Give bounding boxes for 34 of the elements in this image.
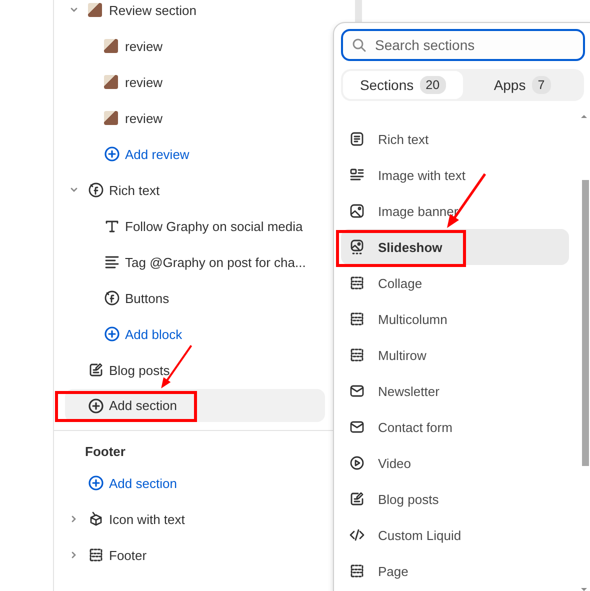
count-badge: 20 xyxy=(420,76,446,94)
section-option[interactable]: Multirow xyxy=(341,337,569,373)
tab[interactable]: Apps 7 xyxy=(462,71,582,99)
section-option[interactable]: Slideshow xyxy=(341,229,569,265)
tree-item[interactable]: Blog posts xyxy=(109,362,170,378)
add-item-link[interactable]: Add review xyxy=(65,136,325,172)
section-option[interactable]: Image banner xyxy=(341,193,569,229)
tree-item[interactable]: review xyxy=(125,110,163,126)
tree-item[interactable]: Tag @Graphy on post for cha... xyxy=(125,254,306,270)
section-option[interactable]: Video xyxy=(341,445,569,481)
tree-item[interactable]: review xyxy=(125,38,163,54)
section-option[interactable]: Image with text xyxy=(341,157,569,193)
add-item-link[interactable]: Add section xyxy=(65,465,325,501)
count-badge: 7 xyxy=(532,76,551,94)
add-item-link[interactable]: Add section xyxy=(65,389,325,422)
tree-item[interactable]: Footer xyxy=(109,548,147,562)
section-option[interactable]: Page xyxy=(341,553,569,589)
tree-item[interactable]: Buttons xyxy=(125,290,170,306)
tree-item[interactable]: Review section xyxy=(109,2,196,18)
group-heading: Footer xyxy=(85,444,126,460)
section-option[interactable]: Blog posts xyxy=(341,481,569,517)
section-option[interactable]: Rich text xyxy=(341,121,569,157)
section-option[interactable]: Multicolumn xyxy=(341,301,569,337)
section-option[interactable]: Newsletter xyxy=(341,373,569,409)
section-option[interactable]: Collage xyxy=(341,265,569,301)
tree-item[interactable]: Icon with text xyxy=(109,512,185,526)
tab[interactable]: Sections 20 xyxy=(343,71,462,99)
section-option[interactable]: Custom Liquid xyxy=(341,517,569,553)
tree-item[interactable]: Rich text xyxy=(109,182,160,198)
section-option[interactable]: Contact form xyxy=(341,409,569,445)
tree-item[interactable]: Follow Graphy on social media xyxy=(125,218,303,234)
search-field[interactable]: Search sections xyxy=(341,29,585,61)
add-item-link[interactable]: Add block xyxy=(65,316,325,352)
tree-item[interactable]: review xyxy=(125,74,163,90)
